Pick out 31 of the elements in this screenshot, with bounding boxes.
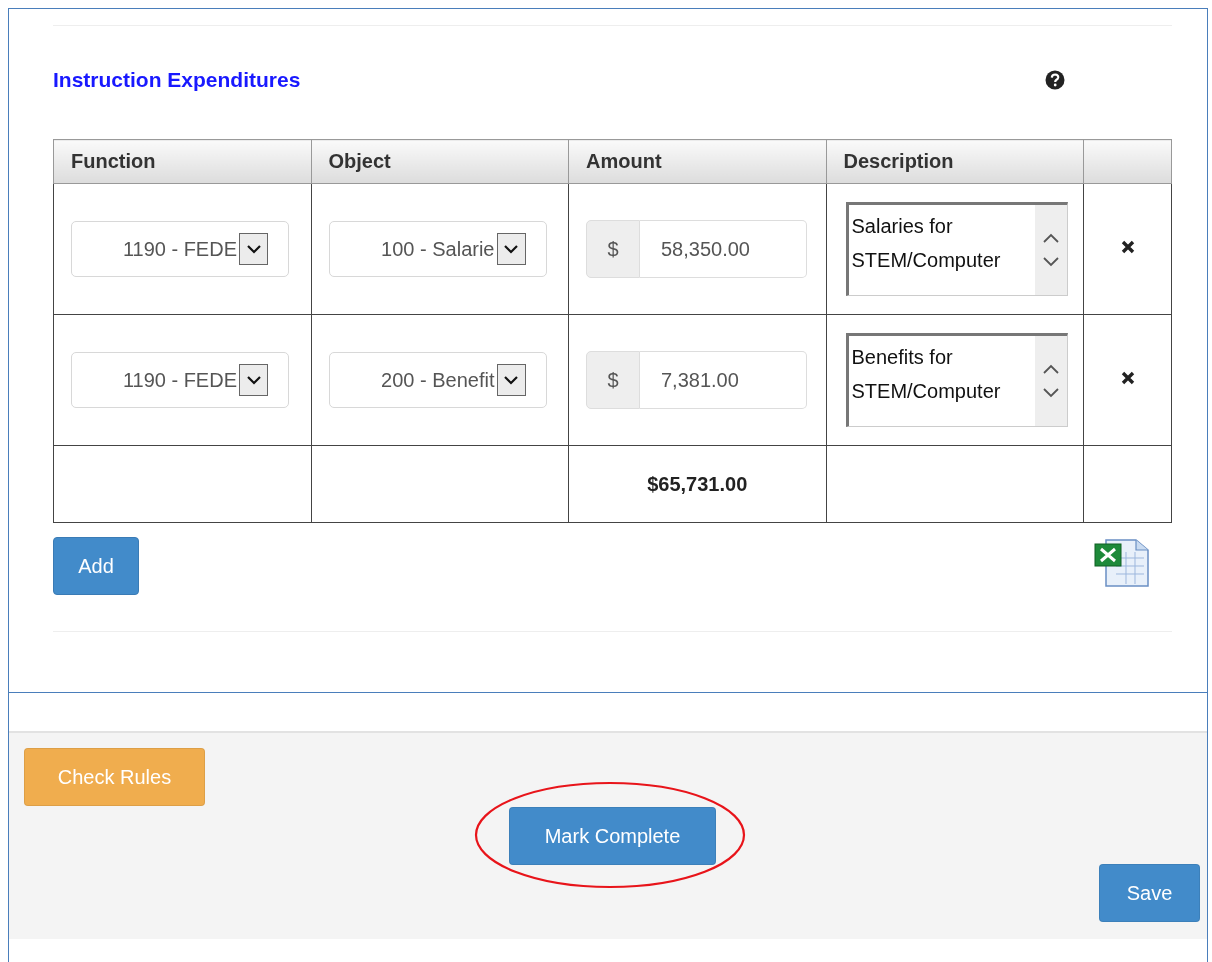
column-header: Function <box>53 139 311 184</box>
amount-field[interactable]: 58,350.00 <box>640 220 807 278</box>
object-dropdown[interactable]: 100 - Salarie <box>328 221 547 277</box>
caret-icon <box>496 364 526 396</box>
mark-complete-button[interactable]: Mark Complete <box>509 807 716 865</box>
description-field[interactable]: Benefits for STEM/Computer <box>845 333 1068 427</box>
caret-icon <box>239 233 268 265</box>
help-icon[interactable] <box>1045 70 1065 90</box>
save-button[interactable]: Save <box>1099 864 1200 922</box>
scroll-up-icon[interactable] <box>1042 233 1059 243</box>
currency-label: $ <box>586 220 640 278</box>
delete-icon[interactable] <box>1120 240 1135 254</box>
scroll-down-icon[interactable] <box>1042 388 1059 398</box>
description-field[interactable]: Salaries for STEM/Computer <box>845 202 1068 296</box>
scroll-down-icon[interactable] <box>1042 257 1059 267</box>
caret-icon <box>239 364 268 396</box>
currency-label: $ <box>586 351 640 409</box>
column-header: Description <box>826 139 1084 184</box>
column-header: Object <box>311 139 569 184</box>
column-header: Amount <box>568 139 826 184</box>
delete-icon[interactable] <box>1120 371 1135 385</box>
scroll-up-icon[interactable] <box>1042 364 1059 374</box>
caret-icon <box>496 233 526 265</box>
spreadsheet-icon[interactable] <box>1094 538 1150 588</box>
function-dropdown[interactable]: 1190 - FEDE <box>71 221 289 277</box>
object-dropdown[interactable]: 200 - Benefit <box>328 352 547 408</box>
amount-field[interactable]: 7,381.00 <box>640 351 807 409</box>
section-title: Instruction Expenditures <box>53 68 301 92</box>
function-dropdown[interactable]: 1190 - FEDE <box>71 352 289 408</box>
add-button[interactable]: Add <box>53 537 139 595</box>
total-amount: $65,731.00 <box>646 472 749 496</box>
